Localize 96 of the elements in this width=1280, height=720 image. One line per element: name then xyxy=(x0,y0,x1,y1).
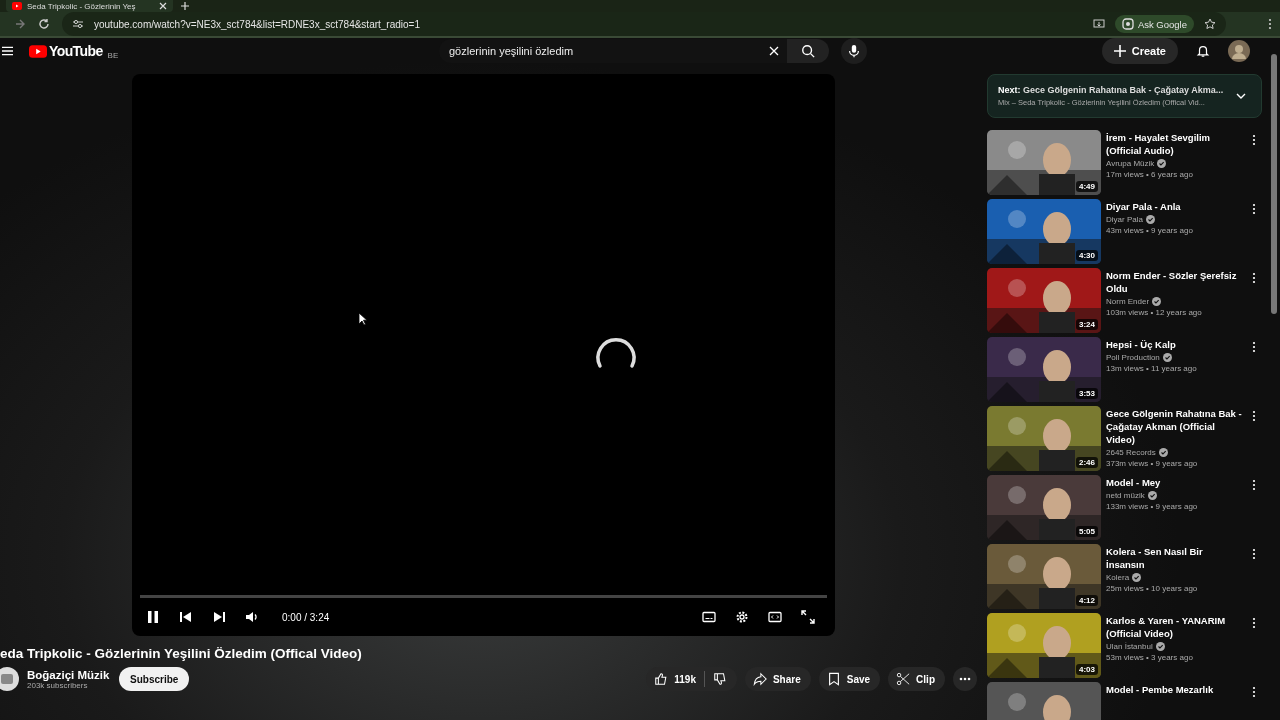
channel-name[interactable]: netd müzik xyxy=(1106,491,1145,500)
reload-icon[interactable] xyxy=(38,18,50,30)
next-icon[interactable] xyxy=(212,610,226,624)
video-meta: 43m views • 9 years ago xyxy=(1106,226,1194,235)
microphone-icon xyxy=(847,44,861,58)
subscribe-button[interactable]: Subscribe xyxy=(119,667,190,691)
video-title[interactable]: İrem - Hayalet Sevgilim (Official Audio) xyxy=(1106,131,1243,157)
cursor-icon xyxy=(358,312,368,326)
duration-badge: 4:49 xyxy=(1076,181,1098,192)
duration-badge: 2:46 xyxy=(1076,457,1098,468)
close-icon[interactable] xyxy=(159,2,167,10)
url-text: youtube.com/watch?v=NE3x_sct784&list=RDNE3x_sct784&start_radio=1 xyxy=(94,18,420,30)
video-title[interactable]: Model - Pembe Mezarlık xyxy=(1106,683,1243,696)
video-meta: 133m views • 9 years ago xyxy=(1106,502,1199,511)
next-video-title: Next: Gece Gölgenin Rahatına Bak - Çağatay Akma... xyxy=(998,85,1225,95)
channel-name[interactable]: Avrupa Müzik xyxy=(1106,159,1155,168)
lens-icon xyxy=(1121,18,1134,30)
browser-tab[interactable]: Seda Tripkolic - Gözlerinin Yeş xyxy=(6,0,173,12)
create-button[interactable]: Create xyxy=(1101,38,1178,64)
youtube-logo-icon xyxy=(29,44,47,58)
channel-name[interactable]: 2645 Records xyxy=(1106,448,1156,457)
channel-name[interactable]: Norm Ender xyxy=(1106,297,1150,306)
channel-name[interactable]: Poll Production xyxy=(1106,353,1160,362)
menu-icon[interactable] xyxy=(2,46,13,56)
video-title[interactable]: Hepsi - Üç Kalp xyxy=(1106,338,1243,351)
duration-badge: 4:30 xyxy=(1076,250,1098,261)
channel-name[interactable]: Ulan İstanbul xyxy=(1106,642,1153,651)
site-settings-icon[interactable] xyxy=(72,18,84,30)
more-icon[interactable] xyxy=(1252,617,1256,629)
duration-badge: 3:24 xyxy=(1076,319,1098,330)
search-icon xyxy=(801,44,815,58)
video-meta: 13m views • 11 years ago xyxy=(1106,364,1198,373)
fullscreen-icon[interactable] xyxy=(801,610,815,624)
more-icon[interactable] xyxy=(1252,272,1256,284)
install-icon[interactable] xyxy=(1092,18,1105,30)
video-title[interactable]: Karlos & Yaren - YANARIM (Official Video) xyxy=(1106,614,1243,640)
pause-button[interactable] xyxy=(146,610,160,624)
forward-icon[interactable] xyxy=(14,18,26,30)
video-title[interactable]: Model - Mey xyxy=(1106,476,1243,489)
video-meta: 25m views • 10 years ago xyxy=(1106,584,1199,593)
notification-icon[interactable] xyxy=(1196,44,1210,58)
youtube-logo[interactable]: YouTube xyxy=(49,43,103,59)
duration-badge: 4:12 xyxy=(1076,595,1098,606)
previous-icon[interactable] xyxy=(179,610,193,624)
thumbs-up-icon xyxy=(654,672,669,686)
duration-badge: 4:03 xyxy=(1076,664,1098,675)
video-title[interactable]: Gece Gölgenin Rahatına Bak - Çağatay Akman (Official Video) xyxy=(1106,407,1243,446)
bookmark-icon xyxy=(826,672,841,686)
thumbs-down-icon xyxy=(712,672,727,686)
video-title[interactable]: Norm Ender - Sözler Şerefsiz Oldu xyxy=(1106,269,1243,295)
video-meta: 373m views • 9 years ago xyxy=(1106,459,1199,468)
video-title: eda Tripkolic - Gözlerinin Yeşilini Özledim (Offical Video) xyxy=(0,646,363,661)
subtitles-icon[interactable] xyxy=(702,610,716,624)
duration-badge: 3:53 xyxy=(1076,388,1098,399)
more-button[interactable] xyxy=(953,667,977,691)
volume-icon[interactable] xyxy=(245,610,259,624)
address-bar[interactable]: youtube.com/watch?v=NE3x_sct784&list=RDNE3x_sct784&start_radio=1 Ask Google xyxy=(62,12,1226,36)
channel-name[interactable]: Kolera xyxy=(1106,573,1130,582)
more-icon[interactable] xyxy=(1252,341,1256,353)
share-icon xyxy=(752,672,767,686)
more-icon[interactable] xyxy=(1252,479,1256,491)
new-tab-icon[interactable] xyxy=(181,2,189,10)
more-icon[interactable] xyxy=(1252,410,1256,422)
like-button[interactable]: 119k xyxy=(646,667,704,691)
region-code: BE xyxy=(107,50,119,60)
save-button[interactable]: Save xyxy=(818,667,881,691)
ask-google-button[interactable]: Ask Google xyxy=(1114,15,1194,33)
channel-name[interactable]: Diyar Pala xyxy=(1106,215,1143,224)
search-button[interactable] xyxy=(787,39,829,63)
settings-icon[interactable] xyxy=(735,610,749,624)
close-icon xyxy=(769,46,779,56)
plus-icon xyxy=(1113,45,1126,57)
playback-time: 0:00 / 3:24 xyxy=(282,611,330,623)
channel-name[interactable]: Boğaziçi Müzik xyxy=(27,668,111,681)
avatar-icon[interactable] xyxy=(1228,40,1250,62)
more-icon[interactable] xyxy=(1252,548,1256,560)
video-meta: 53m views • 3 years ago xyxy=(1106,653,1194,662)
share-button[interactable]: Share xyxy=(744,667,811,691)
youtube-icon xyxy=(12,2,22,10)
clip-button[interactable]: Clip xyxy=(888,667,945,691)
video-player[interactable]: 0:00 / 3:24 xyxy=(132,74,835,636)
video-title[interactable]: Diyar Pala - Anla xyxy=(1106,200,1243,213)
channel-avatar-icon[interactable] xyxy=(0,667,19,691)
video-meta: 17m views • 6 years ago xyxy=(1106,170,1194,179)
duration-badge: 5:05 xyxy=(1076,526,1098,537)
more-icon[interactable] xyxy=(1268,18,1272,30)
theater-mode-icon[interactable] xyxy=(768,610,782,624)
voice-search-button[interactable] xyxy=(841,38,867,64)
video-meta: 103m views • 12 years ago xyxy=(1106,308,1203,317)
more-icon[interactable] xyxy=(1252,134,1256,146)
scissors-icon xyxy=(896,672,911,686)
more-icon[interactable] xyxy=(1252,686,1256,698)
video-title[interactable]: Kolera - Sen Nasıl Bir İnsansın xyxy=(1106,545,1243,571)
more-icon[interactable] xyxy=(1252,203,1256,215)
star-icon[interactable] xyxy=(1204,18,1216,30)
subscriber-count: 203k subscribers xyxy=(27,680,89,690)
